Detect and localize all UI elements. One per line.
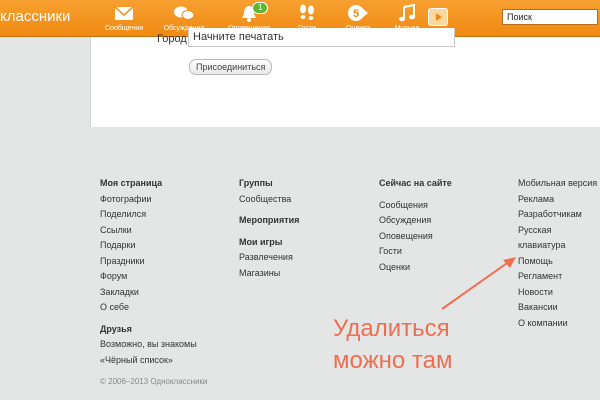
annotation-line: Удалиться: [333, 315, 450, 342]
annotation-line: можно там: [333, 347, 453, 374]
annotation-arrow-icon: [441, 257, 516, 310]
annotation-text: Удалиться можно там: [333, 313, 452, 377]
